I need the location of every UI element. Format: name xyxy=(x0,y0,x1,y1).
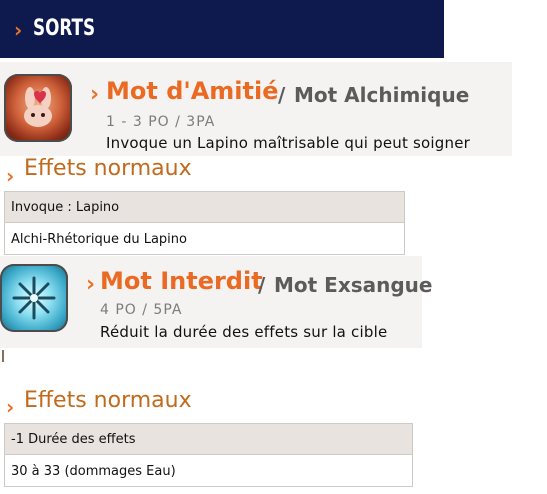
effects-title: Effets normaux xyxy=(24,388,192,413)
spell-separator: / xyxy=(258,273,266,297)
spells-header: › SORTS xyxy=(0,0,444,58)
spell-description: Invoque un Lapino maîtrisable qui peut s… xyxy=(106,134,471,152)
rabbit-heart-icon[interactable] xyxy=(4,74,72,142)
effects-header-text: -1 Durée des effets xyxy=(11,432,136,447)
chevron-right-icon: › xyxy=(14,18,23,42)
spell-meta: 4 PO / 5PA xyxy=(100,302,183,318)
snowflake-icon[interactable] xyxy=(0,264,68,332)
rabbit-heart-graphic xyxy=(24,87,52,127)
chevron-right-icon: › xyxy=(6,395,15,419)
effects-row: Alchi-Rhétorique du Lapino xyxy=(11,232,187,247)
header-title: SORTS xyxy=(33,16,96,41)
chevron-right-icon: › xyxy=(86,272,96,297)
spell-alt-name[interactable]: Mot Alchimique xyxy=(294,83,469,107)
effects-row: 30 à 33 (dommages Eau) xyxy=(11,464,176,479)
snowflake-graphic xyxy=(12,276,56,320)
spell-alt-name[interactable]: Mot Exsangue xyxy=(274,273,433,297)
spell-meta: 1 - 3 PO / 3PA xyxy=(106,114,216,130)
effects-table: -1 Durée des effets 30 à 33 (dommages Ea… xyxy=(4,423,413,487)
divider-fragment xyxy=(2,350,4,362)
effects-title: Effets normaux xyxy=(24,156,192,181)
effects-header-row: Invoque : Lapino xyxy=(5,192,404,223)
spell-name[interactable]: Mot d'Amitié xyxy=(106,77,279,105)
effects-header-row: -1 Durée des effets xyxy=(5,424,412,455)
spell-name[interactable]: Mot Interdit xyxy=(100,267,263,295)
spell-description: Réduit la durée des effets sur la cible xyxy=(100,323,388,341)
effects-table: Invoque : Lapino Alchi-Rhétorique du Lap… xyxy=(4,191,405,255)
chevron-right-icon: › xyxy=(90,82,100,107)
effects-header-text: Invoque : Lapino xyxy=(11,200,120,215)
spell-separator: / xyxy=(278,83,286,107)
chevron-right-icon: › xyxy=(6,164,15,188)
